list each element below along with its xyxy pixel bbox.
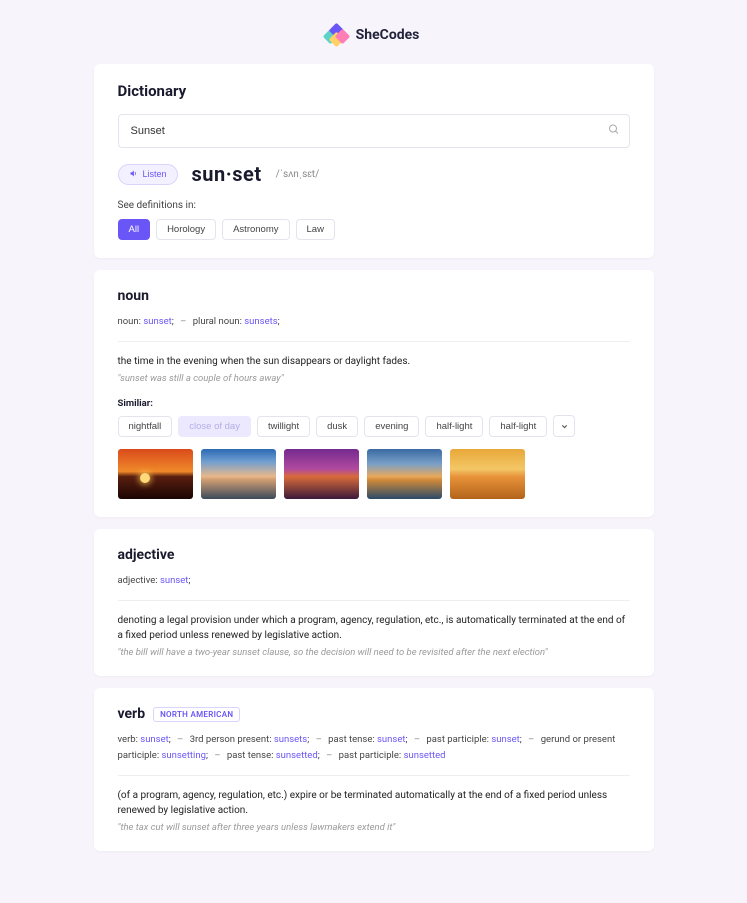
- category-chip[interactable]: Law: [296, 219, 335, 240]
- similar-section: Similiar: nightfallclose of day twillight…: [118, 398, 630, 437]
- brand-logo-icon: [328, 24, 350, 46]
- noun-forms: noun: sunset; – plural noun: sunsets;: [118, 314, 630, 329]
- headword-row: Listen sun·set /ˈsʌnˌsɛt/: [118, 162, 630, 186]
- similar-chip[interactable]: nightfall: [118, 416, 173, 437]
- brand-header: SheCodes: [94, 24, 654, 46]
- page-title: Dictionary: [118, 82, 630, 100]
- similar-chip[interactable]: half-light: [489, 416, 547, 437]
- search-icon[interactable]: [608, 124, 620, 139]
- similar-chip[interactable]: twillight: [257, 416, 310, 437]
- category-chip[interactable]: Horology: [156, 219, 216, 240]
- pos-adjective-title: adjective: [118, 547, 630, 563]
- adjective-definition: denoting a legal provision under which a…: [118, 613, 630, 643]
- pos-noun-title: noun: [118, 288, 630, 304]
- chevron-down-icon: [560, 419, 569, 434]
- divider: [118, 775, 630, 776]
- noun-definition: the time in the evening when the sun dis…: [118, 354, 630, 369]
- pronunciation: /ˈsʌnˌsɛt/: [276, 169, 320, 180]
- similar-chips: nightfallclose of day twillight dusk evenin…: [118, 415, 630, 437]
- verb-card: verb NORTH AMERICAN verb: sunset; – 3rd …: [94, 688, 654, 850]
- brand-name: SheCodes: [356, 27, 420, 43]
- similar-label: Similiar:: [118, 398, 630, 409]
- similar-chip[interactable]: dusk: [316, 416, 358, 437]
- category-chip[interactable]: All: [118, 219, 151, 240]
- divider: [118, 600, 630, 601]
- similar-chip[interactable]: evening: [364, 416, 419, 437]
- see-definitions-label: See definitions in:: [118, 200, 630, 211]
- verb-example: "the tax cut will sunset after three yea…: [118, 822, 630, 833]
- thumbnail-image[interactable]: [450, 449, 525, 499]
- divider: [118, 341, 630, 342]
- listen-label: Listen: [143, 169, 167, 179]
- category-chips: AllHorology Astronomy Law: [118, 219, 630, 240]
- noun-card: noun noun: sunset; – plural noun: sunset…: [94, 270, 654, 517]
- noun-example: "sunset was still a couple of hours away…: [118, 373, 630, 384]
- adjective-example: "the bill will have a two-year sunset cl…: [118, 647, 630, 658]
- thumbnail-image[interactable]: [284, 449, 359, 499]
- adjective-forms: adjective: sunset;: [118, 573, 630, 588]
- adjective-card: adjective adjective: sunset; denoting a …: [94, 529, 654, 676]
- image-thumbnails: [118, 449, 630, 499]
- thumbnail-image[interactable]: [118, 449, 193, 499]
- category-chip[interactable]: Astronomy: [222, 219, 289, 240]
- similar-chip[interactable]: close of day: [178, 416, 251, 437]
- thumbnail-image[interactable]: [201, 449, 276, 499]
- similar-chip[interactable]: half-light: [425, 416, 483, 437]
- search-input[interactable]: [118, 114, 630, 148]
- pos-verb-title: verb: [118, 706, 146, 722]
- verb-definition: (of a program, agency, regulation, etc.)…: [118, 788, 630, 818]
- listen-button[interactable]: Listen: [118, 164, 178, 185]
- search-card: Dictionary Listen sun·set /ˈsʌnˌsɛt/ See…: [94, 64, 654, 258]
- audio-icon: [129, 169, 138, 180]
- region-tag: NORTH AMERICAN: [153, 707, 240, 722]
- expand-similar-button[interactable]: [553, 415, 575, 437]
- headword: sun·set: [192, 162, 262, 186]
- verb-forms: verb: sunset; – 3rd person present: suns…: [118, 732, 630, 762]
- search-wrapper: [118, 114, 630, 148]
- thumbnail-image[interactable]: [367, 449, 442, 499]
